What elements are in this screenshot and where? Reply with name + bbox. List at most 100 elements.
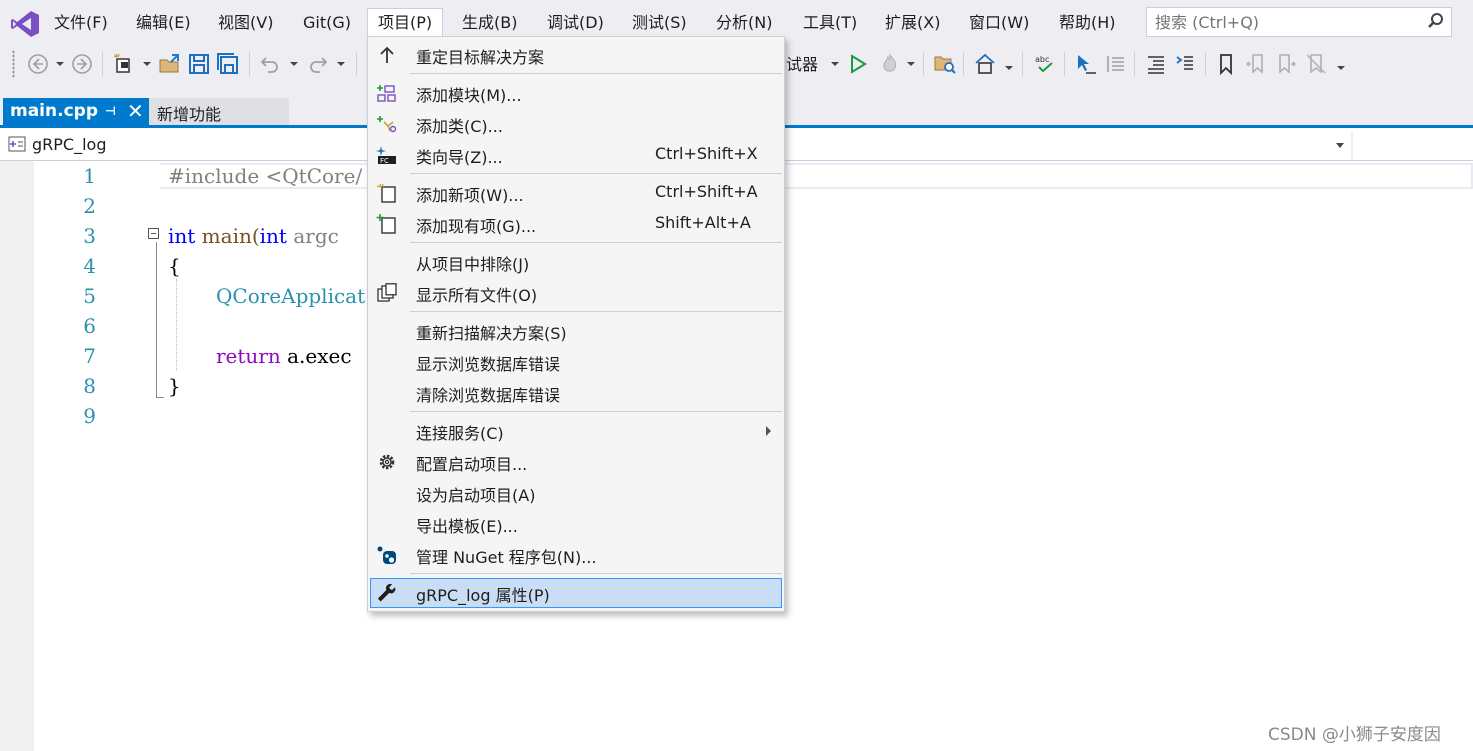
hot-reload-dropdown[interactable] xyxy=(907,62,915,66)
menu-item-add-existing-item[interactable]: 添加现有项(G)... Shift+Alt+A xyxy=(370,209,782,239)
menu-item-label: 连接服务(C) xyxy=(416,424,504,443)
tab-whats-new[interactable]: 新增功能 xyxy=(149,98,289,125)
menu-item-add-new-item[interactable]: 添加新项(W)... Ctrl+Shift+A xyxy=(370,178,782,208)
redo-dropdown[interactable] xyxy=(337,62,345,66)
indent-icon[interactable] xyxy=(1104,52,1128,76)
menu-item-add-class[interactable]: 添加类(C)... xyxy=(370,109,782,139)
toolbar-separator xyxy=(249,52,250,76)
menu-project[interactable]: 项目(P) xyxy=(367,8,444,39)
menu-help[interactable]: 帮助(H) xyxy=(1057,9,1118,37)
solution-explorer-icon[interactable] xyxy=(933,52,957,76)
menu-item-clear-browse-db-errors[interactable]: 清除浏览数据库错误 xyxy=(370,378,782,408)
menu-item-set-startup-project[interactable]: 设为启动项目(A) xyxy=(370,478,782,508)
nuget-icon xyxy=(377,546,396,564)
menu-extensions[interactable]: 扩展(X) xyxy=(883,9,942,37)
code-line-8[interactable]: } xyxy=(168,374,181,398)
menu-debug[interactable]: 调试(D) xyxy=(545,9,606,37)
pin-icon[interactable]: ⊣ xyxy=(105,104,116,118)
menu-window[interactable]: 窗口(W) xyxy=(967,9,1031,37)
code-line-7[interactable]: return a.exec xyxy=(216,344,352,368)
search-input[interactable] xyxy=(1153,8,1417,36)
home-dropdown[interactable] xyxy=(1005,66,1013,70)
menu-separator xyxy=(410,173,782,174)
expression: a.exec xyxy=(280,344,352,368)
line-number: 7 xyxy=(83,344,96,368)
format-icon[interactable] xyxy=(1144,52,1168,76)
search-box[interactable] xyxy=(1146,7,1452,37)
toolbar-separator xyxy=(1134,52,1135,76)
open-icon[interactable] xyxy=(158,52,182,76)
hot-reload-icon[interactable] xyxy=(878,52,902,76)
code-line-3[interactable]: int main(int argc xyxy=(168,224,339,248)
menu-analyze[interactable]: 分析(N) xyxy=(714,9,774,37)
home-icon[interactable] xyxy=(973,52,997,76)
bookmark-icon[interactable] xyxy=(1214,52,1238,76)
save-all-icon[interactable] xyxy=(216,52,240,76)
menu-item-configure-startup-projects[interactable]: 配置启动项目... xyxy=(370,447,782,477)
debugger-dropdown[interactable] xyxy=(831,62,839,66)
line-number: 8 xyxy=(83,374,96,398)
project-selector[interactable]: gRPC_log xyxy=(32,135,106,154)
include-path: <QtCore/ xyxy=(259,164,363,188)
menu-separator xyxy=(410,73,782,74)
menu-item-show-all-files[interactable]: 显示所有文件(O) xyxy=(370,278,782,308)
menu-item-rescan-solution[interactable]: 重新扫描解决方案(S) xyxy=(370,316,782,346)
menu-item-retarget-solution[interactable]: 重定目标解决方案 xyxy=(370,40,782,70)
close-icon[interactable]: ✕ xyxy=(127,99,144,123)
redo-icon[interactable] xyxy=(306,52,330,76)
save-icon[interactable] xyxy=(187,52,211,76)
undo-dropdown[interactable] xyxy=(290,62,298,66)
search-icon[interactable] xyxy=(1427,12,1445,30)
menu-separator xyxy=(410,311,782,312)
menu-item-connected-services[interactable]: 连接服务(C) xyxy=(370,416,782,446)
toolbar-separator xyxy=(963,52,964,76)
menu-item-export-template[interactable]: 导出模板(E)... xyxy=(370,509,782,539)
line-number: 9 xyxy=(83,404,96,428)
indicator-margin[interactable] xyxy=(0,161,34,751)
debugger-label[interactable]: 试器 xyxy=(786,51,818,75)
tab-main-cpp[interactable]: main.cpp ⊣ ✕ xyxy=(3,98,149,125)
back-icon[interactable] xyxy=(26,52,50,76)
indent-guide xyxy=(176,279,178,371)
menu-test[interactable]: 测试(S) xyxy=(630,9,689,37)
new-project-icon[interactable] xyxy=(112,52,136,76)
back-dropdown[interactable] xyxy=(56,62,64,66)
spell-check-icon[interactable]: abc xyxy=(1033,52,1057,76)
chevron-down-icon[interactable] xyxy=(1336,143,1344,148)
gear-icon xyxy=(379,454,395,470)
menu-item-project-properties[interactable]: gRPC_log 属性(P) xyxy=(370,578,782,608)
menu-item-class-wizard[interactable]: FC 类向导(Z)... Ctrl+Shift+X xyxy=(370,140,782,170)
menu-edit[interactable]: 编辑(E) xyxy=(134,9,193,37)
svg-text:abc: abc xyxy=(1035,55,1049,64)
clear-bookmarks-icon[interactable] xyxy=(1304,52,1328,76)
menu-view[interactable]: 视图(V) xyxy=(216,9,275,37)
wrap-icon[interactable] xyxy=(1173,52,1197,76)
prev-bookmark-icon[interactable] xyxy=(1244,52,1268,76)
toolbar-overflow-dropdown[interactable] xyxy=(1337,66,1345,70)
menu-item-add-module[interactable]: 添加模块(M)... xyxy=(370,78,782,108)
menu-item-manage-nuget-packages[interactable]: 管理 NuGet 程序包(N)... xyxy=(370,540,782,570)
code-line-1[interactable]: #include <QtCore/ xyxy=(168,164,362,188)
start-icon[interactable] xyxy=(846,52,870,76)
menu-item-label: 重新扫描解决方案(S) xyxy=(416,324,567,343)
new-project-dropdown[interactable] xyxy=(143,62,151,66)
undo-icon[interactable] xyxy=(258,52,282,76)
menu-tools[interactable]: 工具(T) xyxy=(801,9,859,37)
menu-item-show-browse-db-errors[interactable]: 显示浏览数据库错误 xyxy=(370,347,782,377)
cursor-icon[interactable] xyxy=(1074,52,1098,76)
tab-label: main.cpp xyxy=(10,101,98,121)
toolbar-grip[interactable] xyxy=(12,50,15,78)
menu-file[interactable]: 文件(F) xyxy=(52,9,110,37)
line-number: 5 xyxy=(83,284,96,308)
menu-git[interactable]: Git(G) xyxy=(301,9,353,37)
menu-build[interactable]: 生成(B) xyxy=(460,9,519,37)
visual-studio-logo-icon[interactable] xyxy=(10,10,40,38)
next-bookmark-icon[interactable] xyxy=(1274,52,1298,76)
forward-icon[interactable] xyxy=(70,52,94,76)
code-line-4[interactable]: { xyxy=(168,254,181,278)
menu-separator xyxy=(410,411,782,412)
collapse-toggle[interactable] xyxy=(148,228,159,239)
code-line-5[interactable]: QCoreApplicat xyxy=(216,284,365,308)
menu-item-exclude-from-project[interactable]: 从项目中排除(J) xyxy=(370,247,782,277)
menu-item-label: 显示浏览数据库错误 xyxy=(416,355,561,374)
